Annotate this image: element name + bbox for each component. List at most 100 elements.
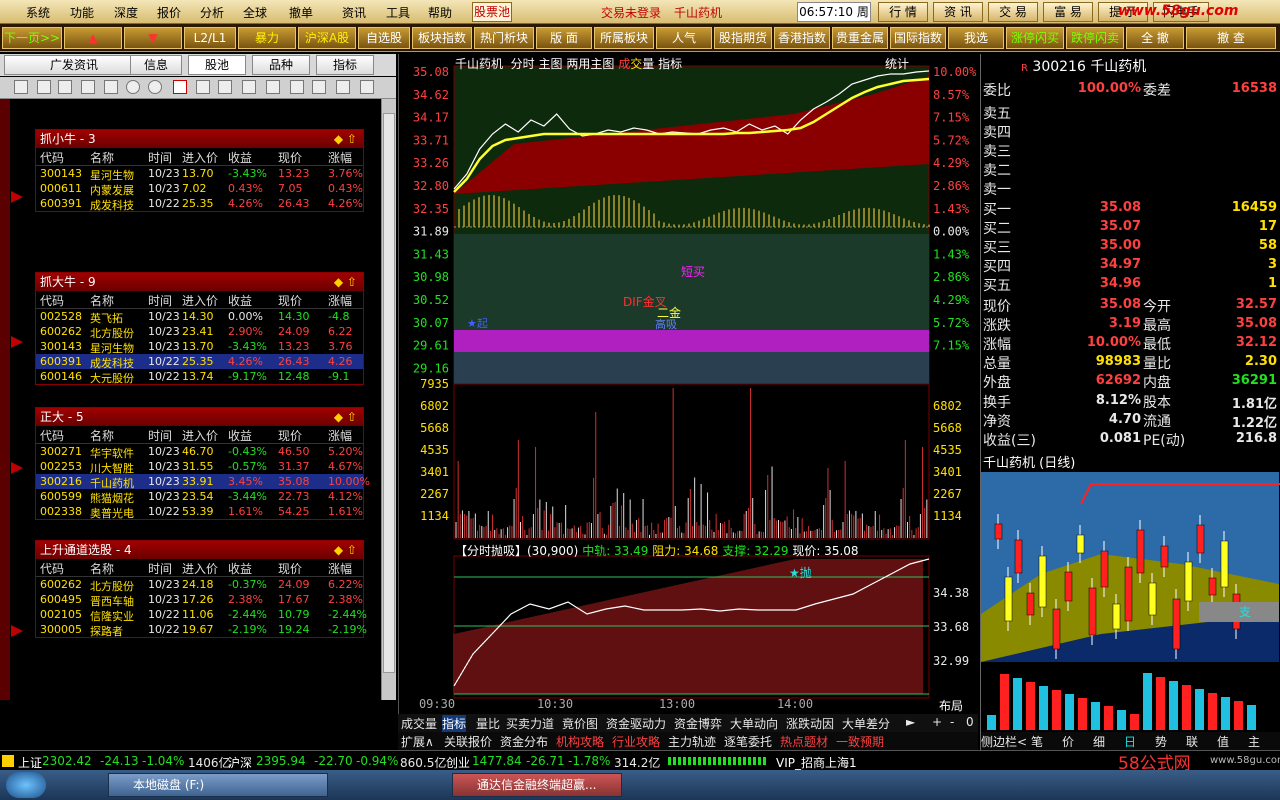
tab-next-arrow[interactable]: ► bbox=[906, 715, 915, 729]
watchlist-button[interactable]: 自选股 bbox=[358, 27, 410, 49]
hushen-a-button[interactable]: 沪深A股 bbox=[298, 27, 356, 49]
scrollbar-thumb[interactable] bbox=[383, 113, 395, 673]
tab-expand[interactable]: 扩展∧ bbox=[401, 733, 434, 750]
tab-fund-drive[interactable]: 资金驱动力 bbox=[606, 715, 666, 732]
chart-tab-fenshi[interactable]: 分时 bbox=[511, 57, 535, 71]
hk-index-button[interactable]: 香港指数 bbox=[774, 27, 830, 49]
right-tab[interactable]: 细 bbox=[1093, 733, 1105, 750]
column-header[interactable]: 代码 bbox=[40, 292, 64, 309]
menu-help[interactable]: 帮助 bbox=[428, 4, 452, 21]
index-futures-button[interactable]: 股指期货 bbox=[714, 27, 772, 49]
tool-icon-7[interactable] bbox=[336, 80, 350, 94]
l2-l1-button[interactable]: L2/L1 bbox=[184, 27, 236, 49]
tab-stock-pool[interactable]: 股池 bbox=[188, 55, 246, 75]
delete-icon[interactable] bbox=[81, 80, 95, 94]
tab-big-order-diff[interactable]: 大单差分 bbox=[842, 715, 890, 732]
new-icon[interactable] bbox=[14, 80, 28, 94]
menu-cancel-order[interactable]: 撤单 bbox=[289, 4, 313, 21]
tab-volume[interactable]: 成交量 bbox=[401, 715, 437, 732]
tab-gf-news[interactable]: 广发资讯 bbox=[4, 55, 144, 75]
pool-collapse-icon[interactable]: ◆ ⇧ bbox=[334, 408, 357, 426]
news-button[interactable]: 资 讯 bbox=[933, 2, 983, 22]
limit-down-sell-button[interactable]: 跌停闪卖 bbox=[1066, 27, 1124, 49]
layout-button[interactable]: 版 面 bbox=[536, 27, 592, 49]
zoom-out-button[interactable]: - bbox=[950, 715, 954, 729]
tab-indicators[interactable]: 指标 bbox=[442, 715, 467, 732]
pool-collapse-icon[interactable]: ◆ ⇧ bbox=[334, 273, 357, 291]
column-header[interactable]: 进入价 bbox=[182, 560, 218, 577]
table-row[interactable]: 002105 信隆实业 10/22 11.06 -2.44% 10.79 -2.44% bbox=[36, 607, 367, 623]
right-tab[interactable]: 联 bbox=[1186, 733, 1198, 750]
buy-level-price[interactable]: 35.00 bbox=[1051, 238, 1141, 253]
open-icon[interactable] bbox=[37, 80, 51, 94]
tool-icon-4[interactable] bbox=[266, 80, 280, 94]
sector-index-button[interactable]: 板块指数 bbox=[412, 27, 472, 49]
zoom-in-button[interactable]: + bbox=[932, 715, 942, 729]
pool-collapse-icon[interactable]: ◆ ⇧ bbox=[334, 130, 357, 148]
intl-index-button[interactable]: 国际指数 bbox=[890, 27, 946, 49]
table-row[interactable]: 300143 星河生物 10/23 13.70 -3.43% 13.23 3.76% bbox=[36, 166, 363, 182]
column-header[interactable]: 收益 bbox=[228, 292, 252, 309]
column-header[interactable]: 收益 bbox=[228, 427, 252, 444]
column-header[interactable]: 名称 bbox=[90, 292, 114, 309]
right-tab[interactable]: 价 bbox=[1062, 733, 1074, 750]
menu-depth[interactable]: 深度 bbox=[114, 4, 138, 21]
column-header[interactable]: 名称 bbox=[90, 427, 114, 444]
tool-icon-2[interactable] bbox=[218, 80, 232, 94]
tool-icon-5[interactable] bbox=[290, 80, 304, 94]
tab-big-order[interactable]: 大单动向 bbox=[730, 715, 778, 732]
tab-rise-fall-cause[interactable]: 涨跌动因 bbox=[786, 715, 834, 732]
trade-button[interactable]: 交 易 bbox=[988, 2, 1038, 22]
menu-system[interactable]: 系统 bbox=[26, 4, 50, 21]
column-header[interactable]: 涨幅 bbox=[328, 560, 352, 577]
column-header[interactable]: 进入价 bbox=[182, 427, 218, 444]
next-page-button[interactable]: 下一页>> bbox=[2, 27, 62, 49]
tab-hot-topics[interactable]: 热点题材 bbox=[780, 733, 828, 750]
tab-fund-distribution[interactable]: 资金分布 bbox=[500, 733, 548, 750]
column-header[interactable]: 进入价 bbox=[182, 292, 218, 309]
left-scrollbar[interactable] bbox=[381, 99, 396, 700]
table-row[interactable]: 300143 星河生物 10/23 13.70 -3.43% 13.23 3.76 bbox=[36, 339, 363, 355]
column-header[interactable]: 现价 bbox=[278, 560, 302, 577]
taskbar-explorer[interactable]: 本地磁盘 (F:) bbox=[108, 773, 328, 797]
menu-function[interactable]: 功能 bbox=[70, 4, 94, 21]
column-header[interactable]: 时间 bbox=[148, 292, 172, 309]
column-header[interactable]: 代码 bbox=[40, 149, 64, 166]
pool-collapse-icon[interactable]: ◆ ⇧ bbox=[334, 541, 357, 559]
tab-institution-strategy[interactable]: 机构攻略 bbox=[556, 733, 604, 750]
menu-tools[interactable]: 工具 bbox=[386, 4, 410, 21]
column-header[interactable]: 收益 bbox=[228, 560, 252, 577]
tool-icon[interactable] bbox=[196, 80, 210, 94]
save-icon[interactable] bbox=[58, 80, 72, 94]
fuyi-button[interactable]: 富 易 bbox=[1043, 2, 1093, 22]
menu-quote[interactable]: 报价 bbox=[157, 4, 181, 21]
tab-related-quote[interactable]: 关联报价 bbox=[444, 733, 492, 750]
right-tab[interactable]: 主 bbox=[1248, 733, 1260, 750]
table-row[interactable]: 002528 英飞拓 10/23 14.30 0.00% 14.30 -4.8 bbox=[36, 309, 363, 325]
stock-pool-tab[interactable]: 股票池 bbox=[472, 2, 512, 22]
tab-info[interactable]: 信息 bbox=[130, 55, 182, 75]
table-row[interactable]: 600262 北方股份 10/23 23.41 2.90% 24.09 6.22 bbox=[36, 324, 363, 340]
table-row[interactable]: 600146 大元股份 10/22 13.74 -9.17% 12.48 -9.1 bbox=[36, 369, 363, 385]
column-header[interactable]: 代码 bbox=[40, 560, 64, 577]
tab-variety[interactable]: 品种 bbox=[252, 55, 310, 75]
menu-global[interactable]: 全球 bbox=[243, 4, 267, 21]
table-row[interactable]: 600599 熊猫烟花 10/23 23.54 -3.44% 22.73 4.12% bbox=[36, 489, 363, 505]
cancel-all-button[interactable]: 全 撤 bbox=[1126, 27, 1184, 49]
hot-sector-button[interactable]: 热门析块 bbox=[474, 27, 534, 49]
buy-level-price[interactable]: 34.97 bbox=[1051, 257, 1141, 272]
column-header[interactable]: 涨幅 bbox=[328, 292, 352, 309]
play-icon[interactable] bbox=[104, 80, 118, 94]
menu-analysis[interactable]: 分析 bbox=[200, 4, 224, 21]
table-row[interactable]: 002253 川大智胜 10/23 31.55 -0.57% 31.37 4.67% bbox=[36, 459, 363, 475]
column-header[interactable]: 名称 bbox=[90, 560, 114, 577]
daily-kline-chart[interactable]: 支 bbox=[981, 464, 1280, 732]
quote-button[interactable]: 行 情 bbox=[878, 2, 928, 22]
table-row[interactable]: 600391 成发科技 10/22 25.35 4.26% 26.43 4.26% bbox=[36, 196, 363, 212]
precious-metal-button[interactable]: 贵重金属 bbox=[832, 27, 888, 49]
tab-fund-game[interactable]: 资金博弈 bbox=[674, 715, 722, 732]
column-header[interactable]: 代码 bbox=[40, 427, 64, 444]
tab-order-by-order[interactable]: 逐笔委托 bbox=[724, 733, 772, 750]
pause-icon[interactable] bbox=[126, 80, 140, 94]
tab-consensus[interactable]: 一致预期 bbox=[836, 733, 884, 750]
